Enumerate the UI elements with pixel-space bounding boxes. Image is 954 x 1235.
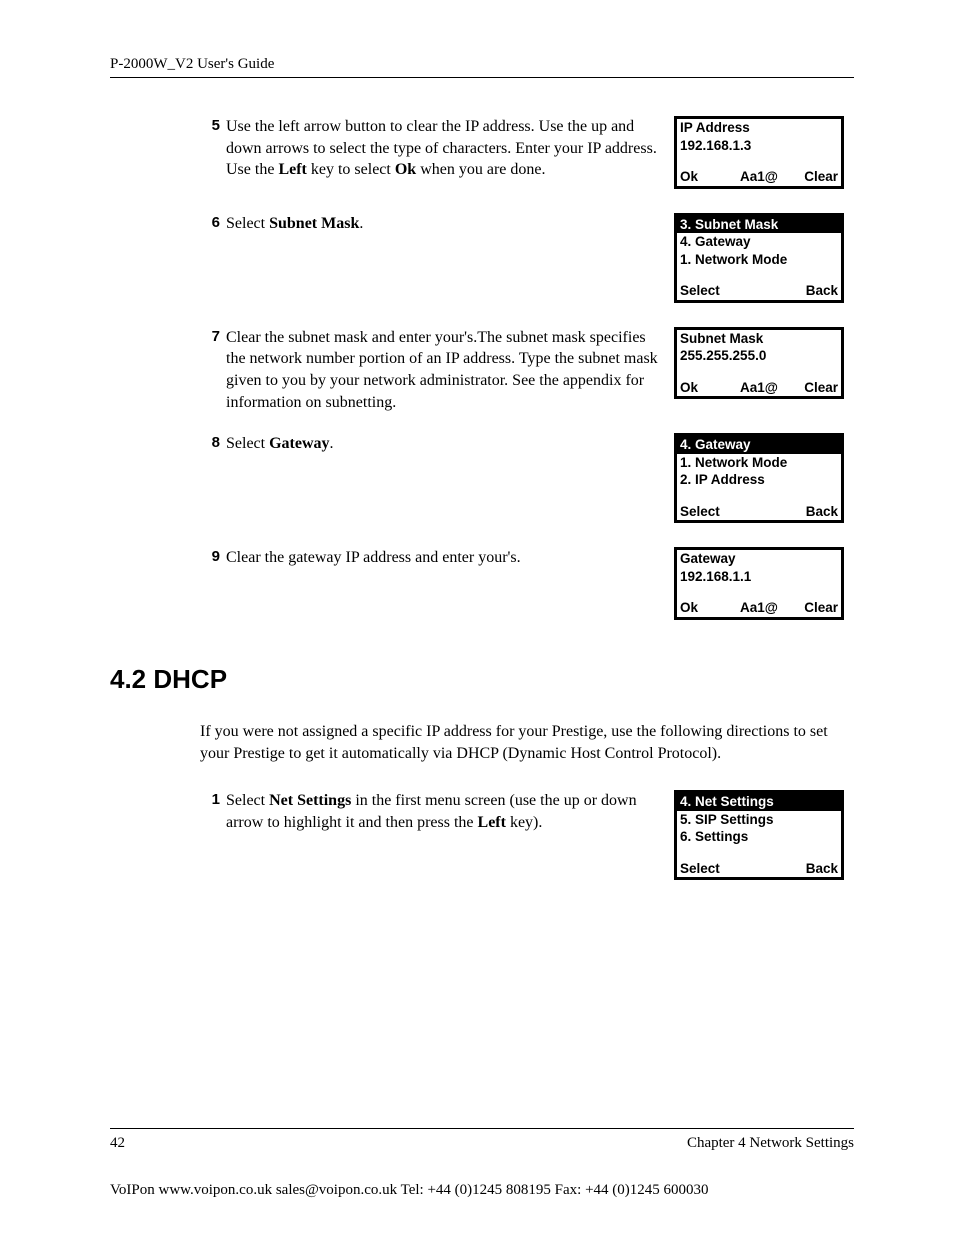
section-intro: If you were not assigned a specific IP a… (200, 721, 854, 764)
device-screen: Gateway192.168.1.1 OkAa1@Clear (674, 547, 844, 620)
step-row: 1 Select Net Settings in the first menu s… (200, 790, 854, 884)
step-row: 7 Clear the subnet mask and enter your's.… (200, 327, 854, 413)
step-text-bold: Left (478, 814, 506, 831)
step-screen-wrap: Subnet Mask255.255.255.0 OkAa1@Clear (674, 327, 844, 404)
step-text: Use the left arrow button to clear the I… (226, 116, 666, 181)
softkey-left: Ok (680, 168, 733, 186)
step-text-bold: Gateway (269, 435, 329, 452)
screen-line: 1. Network Mode (677, 454, 841, 472)
step-text-part: when you are done. (416, 161, 545, 178)
screen-softkeys: OkAa1@Clear (677, 168, 841, 186)
step-text-part: Select (226, 215, 269, 232)
softkey-center (733, 860, 786, 878)
softkey-right: Back (785, 503, 838, 521)
softkey-left: Ok (680, 599, 733, 617)
step-text: Select Net Settings in the first menu sc… (226, 790, 666, 833)
step-number: 5 (200, 116, 220, 134)
screen-softkeys: Select Back (677, 282, 841, 300)
softkey-center (733, 503, 786, 521)
device-screen: 4. Net Settings5. SIP Settings6. Setting… (674, 790, 844, 880)
softkey-right: Clear (785, 599, 838, 617)
step-text-bold: Left (278, 161, 306, 178)
softkey-center: Aa1@ (733, 379, 786, 397)
step-text-part: Select (226, 435, 269, 452)
screen-line-highlighted: 4. Gateway (677, 436, 841, 454)
step-row: 5 Use the left arrow button to clear the … (200, 116, 854, 193)
screen-line: 1. Network Mode (677, 251, 841, 269)
screen-softkeys: Select Back (677, 860, 841, 878)
step-text-part: key). (506, 814, 542, 831)
softkey-right: Clear (785, 379, 838, 397)
step-text-part: . (330, 435, 334, 452)
step-text-part: key to select (307, 161, 395, 178)
softkey-right: Clear (785, 168, 838, 186)
screen-line: Gateway (677, 550, 841, 568)
screen-line: 255.255.255.0 (677, 347, 841, 365)
step-row: 9 Clear the gateway IP address and enter … (200, 547, 854, 624)
step-text-bold: Ok (395, 161, 416, 178)
step-text-bold: Subnet Mask (269, 215, 359, 232)
screen-line: IP Address (677, 119, 841, 137)
screen-line-highlighted: 3. Subnet Mask (677, 216, 841, 234)
step-text-bold: Net Settings (269, 792, 351, 809)
softkey-left: Select (680, 503, 733, 521)
device-screen: Subnet Mask255.255.255.0 OkAa1@Clear (674, 327, 844, 400)
softkey-left: Select (680, 860, 733, 878)
step-text-part: Select (226, 792, 269, 809)
guide-title: P-2000W_V2 User's Guide (110, 56, 274, 72)
softkey-center: Aa1@ (733, 168, 786, 186)
footer-top: 42 Chapter 4 Network Settings (110, 1128, 854, 1152)
step-screen-wrap: Gateway192.168.1.1 OkAa1@Clear (674, 547, 844, 624)
step-text: Clear the gateway IP address and enter y… (226, 547, 666, 569)
step-text: Select Subnet Mask. (226, 213, 666, 235)
device-screen: 4. Gateway1. Network Mode2. IP Address Se… (674, 433, 844, 523)
step-screen-wrap: IP Address192.168.1.3 OkAa1@Clear (674, 116, 844, 193)
step-number: 7 (200, 327, 220, 345)
step-number: 8 (200, 433, 220, 451)
screen-line-highlighted: 4. Net Settings (677, 793, 841, 811)
device-screen: IP Address192.168.1.3 OkAa1@Clear (674, 116, 844, 189)
step-screen-wrap: 4. Net Settings5. SIP Settings6. Setting… (674, 790, 844, 884)
screen-line: 192.168.1.3 (677, 137, 841, 155)
step-text-part: . (359, 215, 363, 232)
step-number: 1 (200, 790, 220, 808)
screen-softkeys: OkAa1@Clear (677, 379, 841, 397)
screen-line: 2. IP Address (677, 471, 841, 489)
step-text-part: Clear the subnet mask and enter your's.T… (226, 329, 658, 411)
step-number: 9 (200, 547, 220, 565)
section-heading: 4.2 DHCP (110, 664, 854, 695)
step-screen-wrap: 4. Gateway1. Network Mode2. IP Address Se… (674, 433, 844, 527)
step-row: 8 Select Gateway. 4. Gateway1. Network Mod… (200, 433, 854, 527)
step-row: 6 Select Subnet Mask. 3. Subnet Mask4. Gat… (200, 213, 854, 307)
device-screen: 3. Subnet Mask4. Gateway1. Network Mode S… (674, 213, 844, 303)
screen-line: 5. SIP Settings (677, 811, 841, 829)
footer-bottom: VoIPon www.voipon.co.uk sales@voipon.co.… (110, 1182, 854, 1199)
step-text: Clear the subnet mask and enter your's.T… (226, 327, 666, 413)
page-number: 42 (110, 1135, 125, 1152)
screen-softkeys: Select Back (677, 503, 841, 521)
softkey-center (733, 282, 786, 300)
screen-line: 6. Settings (677, 828, 841, 846)
screen-line: 4. Gateway (677, 233, 841, 251)
screen-line: Subnet Mask (677, 330, 841, 348)
softkey-left: Ok (680, 379, 733, 397)
softkey-center: Aa1@ (733, 599, 786, 617)
step-number: 6 (200, 213, 220, 231)
step-text: Select Gateway. (226, 433, 666, 455)
screen-softkeys: OkAa1@Clear (677, 599, 841, 617)
chapter-label: Chapter 4 Network Settings (687, 1135, 854, 1152)
screen-line: 192.168.1.1 (677, 568, 841, 586)
page-header: P-2000W_V2 User's Guide (110, 56, 854, 78)
step-screen-wrap: 3. Subnet Mask4. Gateway1. Network Mode S… (674, 213, 844, 307)
softkey-left: Select (680, 282, 733, 300)
softkey-right: Back (785, 282, 838, 300)
step-text-part: Clear the gateway IP address and enter y… (226, 549, 521, 566)
softkey-right: Back (785, 860, 838, 878)
